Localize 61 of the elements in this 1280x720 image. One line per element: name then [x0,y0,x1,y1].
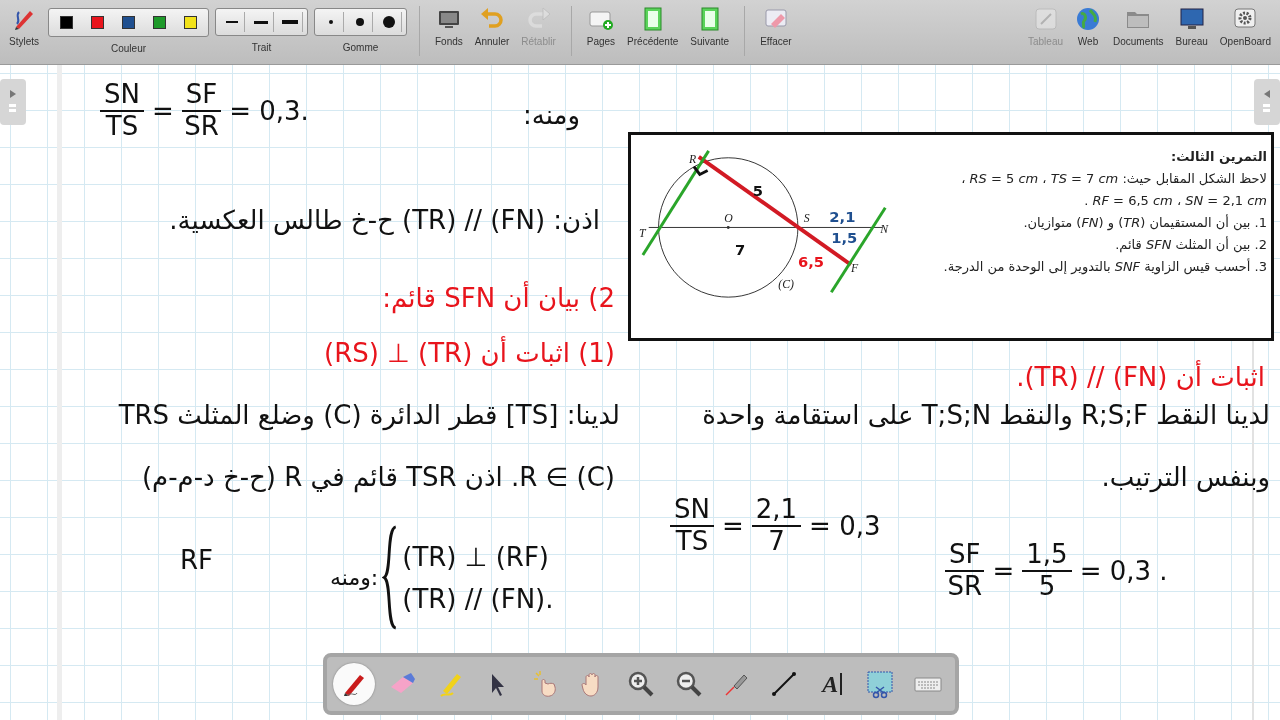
text-tool[interactable]: A [811,663,854,705]
equation-text: = [992,557,1015,584]
toolbar-button[interactable]: Suivante [687,4,733,49]
handwritten-text: لدينا: [TS] قطر الدائرة (C) وضلع المثلث TRS [117,400,620,430]
toolbar-button[interactable]: Stylets [6,4,42,49]
handwritten-text: وبنفس الترتيب. [1100,462,1270,492]
color-swatch[interactable] [122,16,135,29]
numerator: 1,5 [1022,540,1072,572]
handwritten-text: ومنه: [521,100,580,130]
handwritten-text: لدينا النقط R;S;F والنقط T;S;N على استقامة واحدة [701,400,1270,430]
color-swatch[interactable] [91,16,104,29]
toolbar-button[interactable]: Bureau [1172,4,1211,49]
exercise-title: التمرين الثالث: [1170,149,1267,164]
exercise-line: RF = 6,5 cm ، SN = 2,1 cm . [1083,193,1267,208]
panel-toggle[interactable] [1254,79,1280,125]
equation-text: = 0,3. [229,97,309,124]
board-icon [1032,6,1059,32]
group-label: Gomme [342,42,379,53]
toolbar-button[interactable]: Effacer [757,4,795,49]
color-swatch[interactable] [153,16,166,29]
color-swatch[interactable] [60,16,73,29]
toolbar-button[interactable]: Pages [583,4,619,49]
numerator: SN [100,80,144,112]
numerator: 2,1 [751,495,802,527]
denominator: TS [675,526,709,557]
handwritten-text: اذن: (FN) // (TR) ح-خ طالس العكسية. [168,205,600,235]
globe-icon [1075,6,1101,32]
denominator: SR [184,111,219,142]
pen-tool[interactable] [333,663,375,705]
equation-text: = [151,97,174,124]
handwritten-text: (TR) ⊥ (RF) [402,541,550,572]
color-swatch[interactable] [184,16,197,29]
monitor-icon [1178,6,1205,32]
numerator: SF [945,540,985,572]
equation-text: = 0,3 . [1079,557,1168,584]
panel-toggle[interactable] [0,79,26,125]
handwritten-text: R ∈ (C). اذن TSR قائم في R (ح-خ د-م-م) [140,462,615,492]
denominator: TS [105,111,139,142]
handwritten-text: 2) بيان أن SFN قائم: [381,283,615,313]
equation-text: = 0,3 [809,512,881,539]
brace-icon [382,525,399,630]
equation-text: = [721,512,744,539]
denominator: 7 [768,526,785,557]
group-label: Couleur [111,43,147,54]
handwritten-text: ومنه: [330,565,379,590]
handwritten-text: اثبات أن (FN) // (TR). [1015,362,1265,392]
toolbar-button[interactable]: Fonds [432,4,466,49]
geometry-figure: R O S T N F (C) 5 7 2,1 1,5 6,5 [635,139,900,311]
handwritten-text: (TR) // (FN). [402,583,554,614]
toolbar-button[interactable]: Annuler [471,4,513,49]
handwritten-text: RF [180,545,215,575]
toolbar-button[interactable]: Web [1072,4,1104,49]
toolbar-button[interactable]: OpenBoard [1216,4,1274,49]
toolbar-button[interactable]: Documents [1110,4,1167,49]
toolbar-button[interactable]: Précédente [624,4,682,49]
denominator: 5 [1038,571,1056,602]
numerator: SN [670,495,714,527]
numerator: SF [181,80,222,112]
scissors-icon [865,669,896,699]
denominator: SR [947,571,982,602]
group-label: Trait [251,42,272,53]
